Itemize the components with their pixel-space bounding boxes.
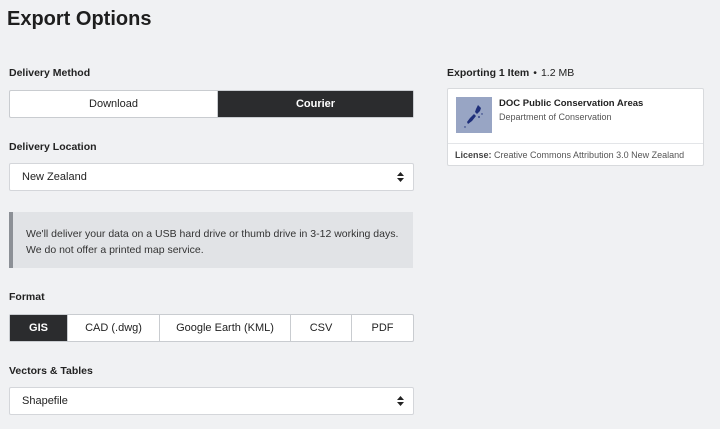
export-item-license: License: Creative Commons Attribution 3.… xyxy=(455,150,684,160)
vectors-format-select[interactable]: Shapefile xyxy=(9,387,414,415)
license-label: License: xyxy=(455,150,492,160)
delivery-method-toggle: Download Courier xyxy=(9,90,414,118)
select-arrows-icon xyxy=(397,172,404,182)
format-option-cad[interactable]: CAD (.dwg) xyxy=(68,315,160,341)
courier-notice: We'll deliver your data on a USB hard dr… xyxy=(9,212,413,268)
export-item-organization: Department of Conservation xyxy=(499,112,612,122)
delivery-location-value: New Zealand xyxy=(22,171,87,183)
license-value: Creative Commons Attribution 3.0 New Zea… xyxy=(494,150,685,160)
delivery-option-download[interactable]: Download xyxy=(10,91,218,117)
export-item-title: DOC Public Conservation Areas xyxy=(499,98,644,109)
card-divider xyxy=(448,143,703,144)
courier-notice-text: We'll deliver your data on a USB hard dr… xyxy=(26,228,399,256)
export-separator: • xyxy=(533,67,537,79)
delivery-location-select[interactable]: New Zealand xyxy=(9,163,414,191)
delivery-option-courier[interactable]: Courier xyxy=(218,91,413,117)
format-label: Format xyxy=(9,291,45,303)
format-option-gis[interactable]: GIS xyxy=(10,315,68,341)
export-summary: Exporting 1 Item • 1.2 MB xyxy=(447,67,574,79)
format-option-csv[interactable]: CSV xyxy=(291,315,352,341)
page-title: Export Options xyxy=(7,8,152,30)
format-option-kml[interactable]: Google Earth (KML) xyxy=(160,315,291,341)
delivery-location-label: Delivery Location xyxy=(9,141,97,153)
vectors-tables-label: Vectors & Tables xyxy=(9,365,93,377)
select-arrows-icon xyxy=(397,396,404,406)
format-option-pdf[interactable]: PDF xyxy=(352,315,413,341)
vectors-format-value: Shapefile xyxy=(22,395,68,407)
delivery-method-label: Delivery Method xyxy=(9,67,91,79)
export-size: 1.2 MB xyxy=(540,67,575,79)
export-item-card: DOC Public Conservation Areas Department… xyxy=(447,88,704,166)
export-count: Exporting 1 Item xyxy=(447,67,530,79)
format-toggle: GIS CAD (.dwg) Google Earth (KML) CSV PD… xyxy=(9,314,414,342)
new-zealand-map-thumbnail-icon xyxy=(456,97,492,133)
